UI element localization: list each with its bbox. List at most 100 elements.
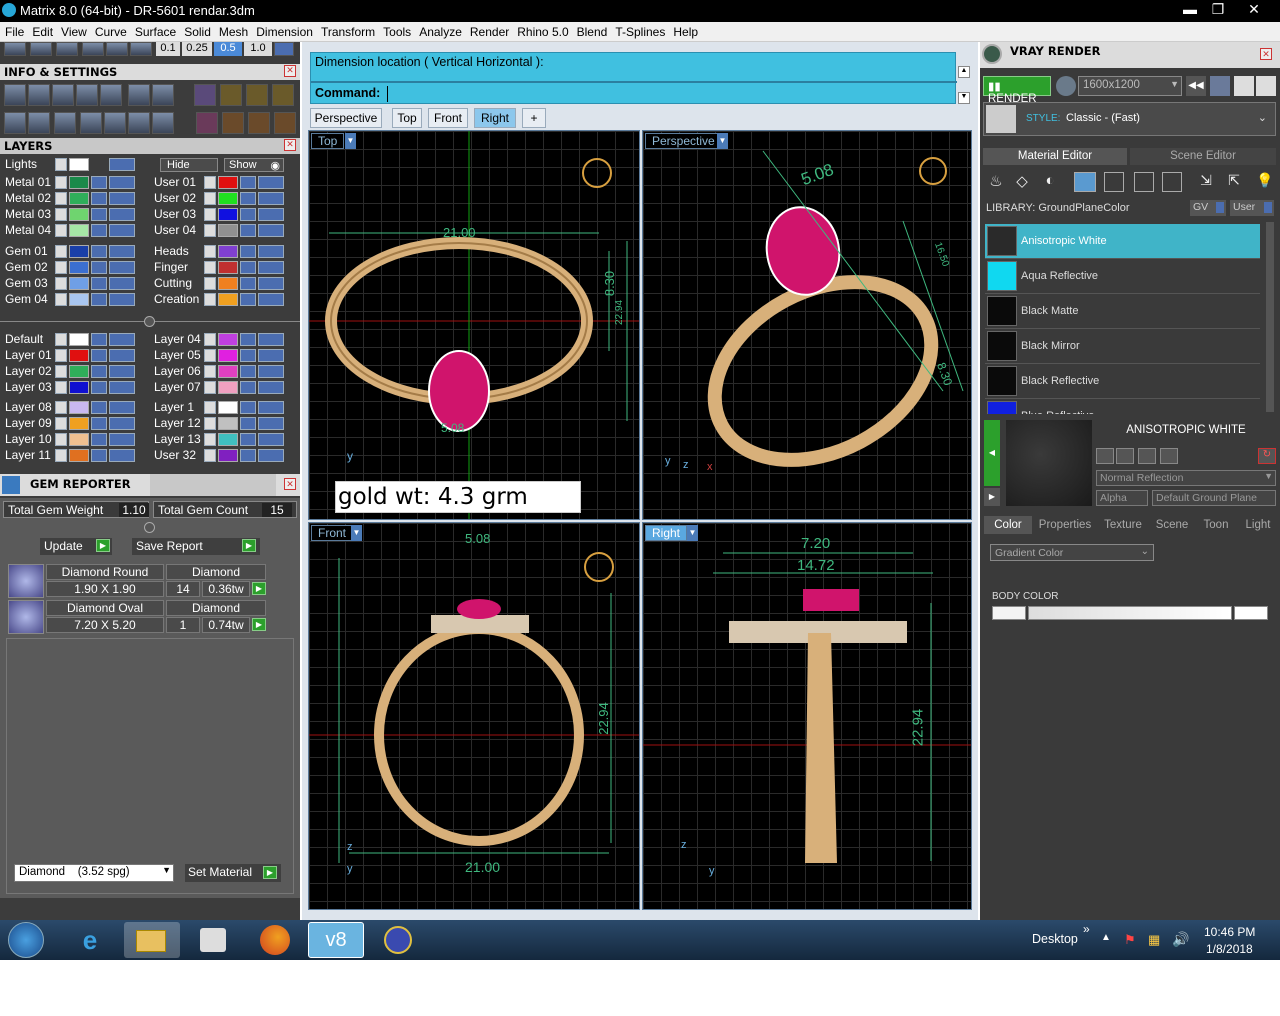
layer-name[interactable]: Layer 07 xyxy=(154,380,206,394)
layer-name[interactable]: Layer 11 xyxy=(5,448,57,462)
layer-color-swatch[interactable] xyxy=(69,365,89,378)
layer-arrow-icon[interactable] xyxy=(55,417,67,430)
layer-row[interactable]: Metal 01 xyxy=(5,175,145,190)
restore-button[interactable]: ❐ xyxy=(1204,0,1232,20)
menu-rhino[interactable]: Rhino 5.0 xyxy=(512,22,571,39)
lights-toggle[interactable] xyxy=(109,158,135,171)
layer-row[interactable]: Layer 05 xyxy=(154,348,294,363)
layer-color-swatch[interactable] xyxy=(218,349,238,362)
layer-arrow-icon[interactable] xyxy=(55,381,67,394)
layer-arrow-icon[interactable] xyxy=(55,333,67,346)
layers-divider-handle[interactable] xyxy=(144,316,155,327)
layer-name[interactable]: Layer 05 xyxy=(154,348,206,362)
tab-texture[interactable]: Texture xyxy=(1098,516,1148,534)
visibility-toggle[interactable] xyxy=(258,261,284,274)
layer-color-swatch[interactable] xyxy=(69,449,89,462)
layer-arrow-icon[interactable] xyxy=(204,333,216,346)
gem-app-icon[interactable] xyxy=(370,922,426,958)
layout-icon[interactable] xyxy=(220,84,242,106)
layer-row[interactable]: Layer 12 xyxy=(154,416,294,431)
fire-icon[interactable]: ♨ xyxy=(986,172,1006,192)
material-select[interactable]: Diamond (3.52 spg) ▼ xyxy=(14,864,174,882)
menu-tsplines[interactable]: T-Splines xyxy=(610,22,668,39)
visibility-toggle[interactable] xyxy=(109,293,135,306)
layer-arrow-icon[interactable] xyxy=(204,381,216,394)
lock-icon[interactable] xyxy=(240,333,256,346)
layer-row[interactable]: Heads xyxy=(154,244,294,259)
menu-edit[interactable]: Edit xyxy=(27,22,56,39)
visibility-toggle[interactable] xyxy=(258,176,284,189)
lock-icon[interactable] xyxy=(240,401,256,414)
layer-name[interactable]: User 04 xyxy=(154,223,206,237)
layer-arrow-icon[interactable] xyxy=(204,261,216,274)
visibility-toggle[interactable] xyxy=(109,224,135,237)
lock-icon[interactable] xyxy=(91,381,107,394)
show-hidden-icons-icon[interactable]: ▲ xyxy=(1101,932,1111,943)
layer-name[interactable]: Layer 10 xyxy=(5,432,57,446)
layer-name[interactable]: Layer 1 xyxy=(154,400,206,414)
layer-name[interactable]: Heads xyxy=(154,244,206,258)
visibility-toggle[interactable] xyxy=(258,224,284,237)
import-icon[interactable]: ⇲ xyxy=(1196,172,1216,192)
gem-row[interactable]: Diamond Round 1.90 X 1.90 Diamond 14 0.36tw ▶ xyxy=(8,564,268,598)
command-input[interactable] xyxy=(387,86,947,102)
layer-color-swatch[interactable] xyxy=(218,293,238,306)
lock-icon[interactable] xyxy=(91,277,107,290)
action-center-icon[interactable]: ⚑ xyxy=(1124,932,1136,948)
close-button[interactable]: ✕ xyxy=(1240,0,1268,20)
layer-row[interactable]: Layer 10 xyxy=(5,432,145,447)
menu-curve[interactable]: Curve xyxy=(90,22,130,39)
checker-icon[interactable] xyxy=(1162,172,1182,192)
visibility-toggle[interactable] xyxy=(109,208,135,221)
menu-view[interactable]: View xyxy=(56,22,90,39)
lock-icon[interactable] xyxy=(240,349,256,362)
plane-icon[interactable] xyxy=(106,42,128,56)
visibility-toggle[interactable] xyxy=(109,176,135,189)
viewport-top[interactable]: Top ▼ 21.00 8.30 22.94 5.08 y gold wt: 4… xyxy=(308,130,640,520)
layer-color-swatch[interactable] xyxy=(69,208,89,221)
layer-arrow-icon[interactable] xyxy=(55,449,67,462)
material-action-3-icon[interactable] xyxy=(1138,448,1156,464)
layer-arrow-icon[interactable] xyxy=(204,277,216,290)
transform3-icon[interactable] xyxy=(274,112,296,134)
menu-help[interactable]: Help xyxy=(668,22,701,39)
visibility-toggle[interactable] xyxy=(109,349,135,362)
layer-color-swatch[interactable] xyxy=(218,365,238,378)
lock-icon[interactable] xyxy=(240,277,256,290)
transform-icon[interactable] xyxy=(222,112,244,134)
visibility-toggle[interactable] xyxy=(258,245,284,258)
layer-name[interactable]: Layer 12 xyxy=(154,416,206,430)
gem-go-icon[interactable]: ▶ xyxy=(252,582,266,595)
close-vray-icon[interactable]: ✕ xyxy=(1260,48,1272,60)
menu-blend[interactable]: Blend xyxy=(572,22,611,39)
zoom-step-10[interactable]: 1.0 xyxy=(244,42,272,56)
material-action-1-icon[interactable] xyxy=(1096,448,1114,464)
layer-row[interactable]: Layer 06 xyxy=(154,364,294,379)
solid-icon[interactable] xyxy=(80,112,102,134)
layer-arrow-icon[interactable] xyxy=(204,293,216,306)
layer-color-swatch[interactable] xyxy=(69,245,89,258)
layer-name[interactable]: Layer 02 xyxy=(5,364,57,378)
tab-scene[interactable]: Scene xyxy=(1150,516,1194,534)
minimize-button[interactable]: ▬ xyxy=(1176,0,1204,20)
layout2-icon[interactable] xyxy=(246,84,268,106)
visibility-toggle[interactable] xyxy=(258,333,284,346)
lock-icon[interactable] xyxy=(240,417,256,430)
menu-dimension[interactable]: Dimension xyxy=(251,22,316,39)
lights-swatch[interactable] xyxy=(69,158,89,171)
layer-arrow-icon[interactable] xyxy=(55,401,67,414)
body-color-start-swatch[interactable] xyxy=(992,606,1026,620)
add-tab-button[interactable]: + xyxy=(522,108,546,128)
viewport-front[interactable]: Front ▼ 5.08 22.94 21.00 z y xyxy=(308,522,640,910)
layer-row[interactable]: Layer 04 xyxy=(154,332,294,347)
windows-icon[interactable] xyxy=(4,112,26,134)
layer-name[interactable]: Layer 03 xyxy=(5,380,57,394)
layer-row[interactable]: Gem 04 xyxy=(5,292,145,307)
close-layers-icon[interactable]: ✕ xyxy=(284,139,296,151)
lights-arrow-icon[interactable] xyxy=(55,158,67,171)
funnel-icon[interactable] xyxy=(104,112,126,134)
cursor-icon[interactable] xyxy=(130,42,152,56)
network-icon[interactable]: ▦ xyxy=(1148,932,1160,948)
layer-color-swatch[interactable] xyxy=(69,381,89,394)
layer-name[interactable]: Gem 01 xyxy=(5,244,57,258)
